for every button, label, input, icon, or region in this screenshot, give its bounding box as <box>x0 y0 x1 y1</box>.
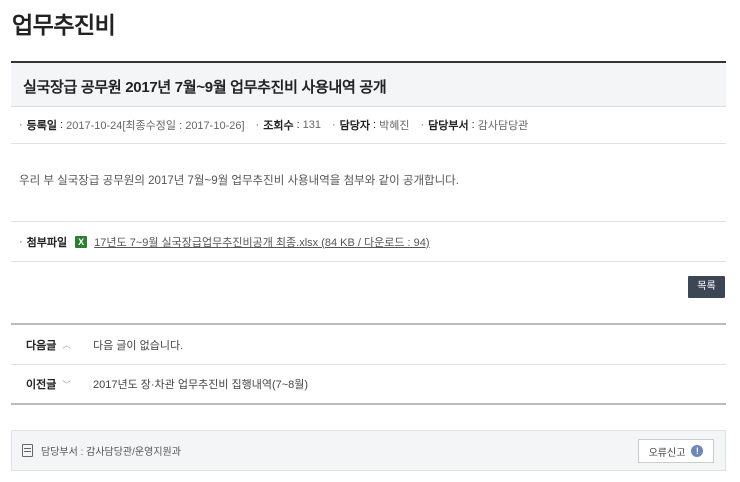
post-content: 우리 부 실국장급 공무원의 2017년 7월~9월 업무추진비 사용내역을 첨… <box>11 144 726 222</box>
post-title-bar: 실국장급 공무원 2017년 7월~9월 업무추진비 사용내역 공개 <box>11 63 726 107</box>
bullet-icon: · <box>420 119 425 131</box>
meta-label: 등록일 <box>26 120 58 132</box>
excel-file-icon: X <box>75 235 88 248</box>
prev-post-row: 이전글 ﹀ 2017년도 장·차관 업무추진비 집행내역(7~8월) <box>11 364 726 403</box>
meta-value: 131 <box>302 119 321 131</box>
meta-value: 박혜진 <box>379 120 410 132</box>
attachment-download-link[interactable]: 17년도 7~9월 실국장급업무추진비공개 최종.xlsx (84 KB / 다… <box>94 234 429 250</box>
meta-label: 조회수 <box>263 120 294 132</box>
meta-views: · 조회수 : 131 <box>255 119 321 132</box>
attachment-row: · 첨부파일 X 17년도 7~9월 실국장급업무추진비공개 최종.xlsx (… <box>11 222 726 262</box>
meta-manager: · 담당자 : 박혜진 <box>332 119 410 132</box>
post-navigation: 다음글 ︿ 다음 글이 없습니다. 이전글 ﹀ 2017년도 장·차관 업무추진… <box>11 323 726 405</box>
bullet-icon: · <box>19 235 23 248</box>
document-icon <box>22 444 33 457</box>
prev-post-link[interactable]: 2017년도 장·차관 업무추진비 집행내역(7~8월) <box>93 376 308 392</box>
meta-label: 담당부서 <box>428 120 469 132</box>
post-detail: 실국장급 공무원 2017년 7월~9월 업무추진비 사용내역 공개 · 등록일… <box>11 61 726 262</box>
chevron-up-icon: ︿ <box>62 340 72 350</box>
list-button[interactable]: 목록 <box>688 276 725 298</box>
meta-value: 2017-10-24[최종수정일 : 2017-10-26] <box>66 120 245 132</box>
info-icon: ! <box>691 445 704 457</box>
post-meta: · 등록일 : 2017-10-24[최종수정일 : 2017-10-26] ·… <box>11 107 726 144</box>
bullet-icon: · <box>332 119 336 131</box>
report-error-button[interactable]: 오류신고 ! <box>638 439 714 463</box>
bullet-icon: · <box>19 119 23 131</box>
department-footer: 담당부서 : 감사담당관/운영지원과 오류신고 ! <box>11 430 726 471</box>
meta-department: · 담당부서 : 감사담당관 <box>420 119 529 132</box>
meta-registered-date: · 등록일 : 2017-10-24[최종수정일 : 2017-10-26] <box>19 119 245 132</box>
report-error-label: 오류신고 <box>648 447 686 459</box>
footer-department-text: 담당부서 : 감사담당관/운영지원과 <box>41 447 181 458</box>
post-title: 실국장급 공무원 2017년 7월~9월 업무추진비 사용내역 공개 <box>23 79 387 96</box>
next-post-label: 다음글 <box>26 339 57 352</box>
next-post-row: 다음글 ︿ 다음 글이 없습니다. <box>11 325 726 364</box>
meta-value: 감사담당관 <box>477 120 529 132</box>
page-title: 업무추진비 <box>12 12 116 38</box>
meta-label: 담당자 <box>339 120 371 132</box>
prev-post-label: 이전글 <box>26 379 57 391</box>
chevron-down-icon: ﹀ <box>62 379 72 390</box>
attachment-label: 첨부파일 <box>26 236 68 249</box>
bullet-icon: · <box>255 119 260 131</box>
next-post-text: 다음 글이 없습니다. <box>93 339 184 352</box>
